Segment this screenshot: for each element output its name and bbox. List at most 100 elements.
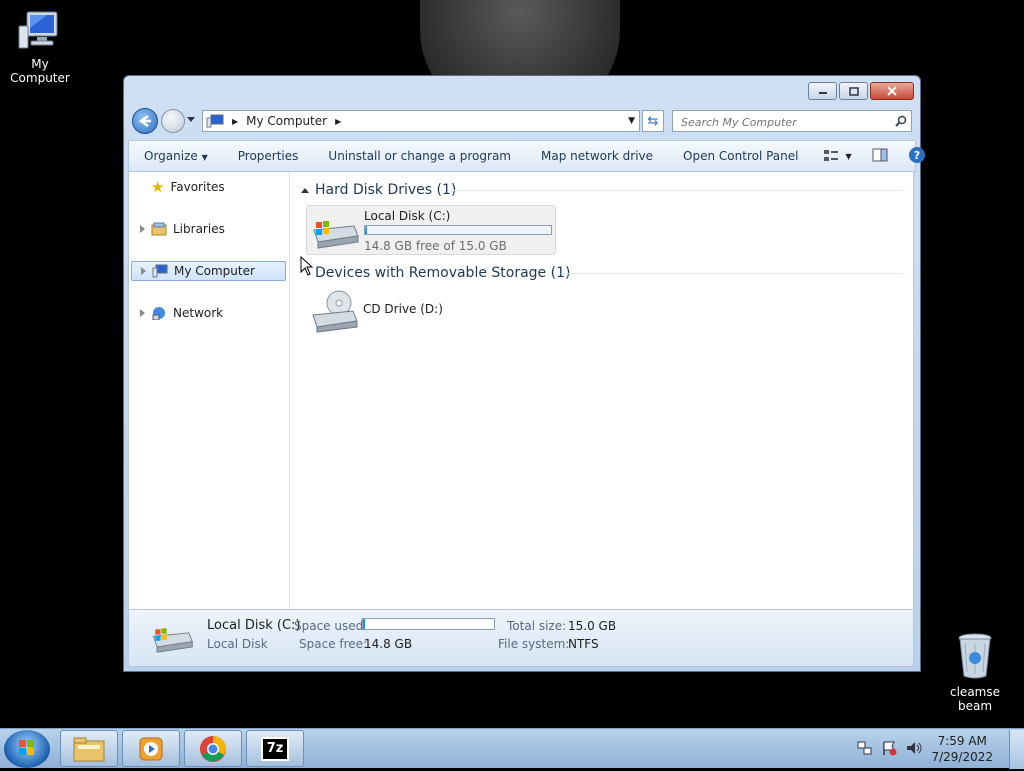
uninstall-program-button[interactable]: Uninstall or change a program [313, 149, 526, 163]
maximize-button[interactable] [839, 82, 868, 100]
details-pane: Local Disk (C:) Local Disk Space used: S… [128, 609, 914, 667]
desktop-icon-recycle-bin[interactable]: cleamse beam [935, 632, 1015, 713]
desktop-icon-label-line1: cleamse [950, 685, 1000, 699]
properties-button[interactable]: Properties [223, 149, 314, 163]
refresh-icon: ⇆ [647, 113, 659, 129]
organize-menu[interactable]: Organize ▼ [129, 149, 223, 163]
address-dropdown-icon[interactable]: ▼ [628, 116, 635, 126]
minimize-button[interactable] [808, 82, 837, 100]
nav-item-favorites[interactable]: ★ Favorites [131, 177, 286, 197]
view-options-icon [824, 150, 839, 161]
recent-pages-dropdown[interactable] [187, 117, 195, 122]
recycle-bin-icon [935, 632, 1015, 683]
breadcrumb-separator-icon[interactable]: ▶ [232, 117, 238, 126]
group-header-removable-storage[interactable]: Devices with Removable Storage (1) [301, 265, 570, 281]
clock-date: 7/29/2022 [931, 750, 993, 764]
chevron-down-icon: ▼ [201, 153, 208, 162]
drive-name: CD Drive (D:) [363, 302, 443, 316]
taskbar-media-player-button[interactable] [122, 730, 180, 767]
taskbar-explorer-button[interactable] [60, 730, 118, 767]
collapse-arrow-icon[interactable] [301, 187, 309, 193]
drive-usage-bar [364, 225, 552, 235]
space-used-fill [363, 619, 365, 629]
maximize-icon [848, 86, 859, 96]
breadcrumb-chevron-icon[interactable]: ▶ [335, 117, 341, 126]
drive-local-disk-c[interactable]: Local Disk (C:) 14.8 GB free of 15.0 GB [306, 205, 556, 255]
7zip-label: 7z [266, 741, 284, 756]
windows-explorer-icon [73, 737, 105, 761]
hard-drive-icon [152, 628, 193, 653]
command-bar: Organize ▼ Properties Uninstall or chang… [128, 140, 925, 172]
show-desktop-button[interactable] [1009, 729, 1024, 769]
computer-small-icon [152, 264, 168, 278]
help-button[interactable]: ? [898, 146, 936, 167]
drive-usage-fill [365, 226, 368, 234]
group-header-hard-disk-drives[interactable]: Hard Disk Drives (1) [301, 182, 456, 198]
breadcrumb-my-computer[interactable]: My Computer [246, 114, 327, 128]
desktop-icon-my-computer[interactable]: My Computer [0, 10, 80, 85]
network-tray-icon[interactable] [857, 740, 873, 759]
volume-icon[interactable] [905, 740, 923, 759]
organize-label: Organize [144, 149, 198, 163]
preview-pane-icon [872, 148, 888, 161]
back-arrow-icon [138, 114, 151, 128]
forward-button[interactable] [161, 109, 185, 133]
map-network-drive-button[interactable]: Map network drive [526, 149, 668, 163]
nav-label-my-computer: My Computer [174, 264, 255, 278]
view-dropdown-icon: ▼ [845, 151, 852, 161]
drive-name: Local Disk (C:) [364, 209, 451, 223]
taskbar-7zip-button[interactable]: 7z [246, 730, 304, 767]
expand-arrow-icon[interactable] [141, 267, 146, 275]
space-free-value: 14.8 GB [364, 637, 413, 651]
expand-arrow-icon[interactable] [140, 225, 145, 233]
space-used-bar [362, 618, 495, 630]
navigation-pane: ★ Favorites Libraries My Computer Networ… [129, 172, 290, 614]
nav-item-network[interactable]: Network [131, 303, 286, 323]
file-system-value: NTFS [568, 637, 599, 651]
search-input[interactable] [679, 112, 883, 132]
open-control-panel-button[interactable]: Open Control Panel [668, 149, 813, 163]
change-view-button[interactable]: ▼ [813, 149, 861, 163]
expand-arrow-icon[interactable] [140, 309, 145, 317]
nav-item-my-computer[interactable]: My Computer [131, 261, 286, 281]
drive-free-text: 14.8 GB free of 15.0 GB [364, 239, 507, 253]
search-icon [895, 115, 907, 127]
svg-text:?: ? [913, 149, 919, 162]
system-clock[interactable]: 7:59 AM 7/29/2022 [931, 733, 993, 765]
details-drive-type: Local Disk [207, 637, 268, 651]
file-system-label: File system: [498, 637, 570, 651]
address-bar[interactable]: ▶ My Computer ▶ ▼ [202, 110, 640, 132]
preview-pane-button[interactable] [862, 148, 898, 165]
back-button[interactable] [132, 108, 158, 134]
mouse-cursor-icon [300, 256, 314, 276]
taskbar-chrome-button[interactable] [184, 730, 242, 767]
caption-buttons [808, 82, 914, 100]
desktop-icon-label: My Computer [10, 57, 70, 85]
address-row: ▶ My Computer ▶ ▼ ⇆ [132, 108, 912, 134]
search-box[interactable] [672, 110, 912, 132]
refresh-button[interactable]: ⇆ [642, 110, 664, 132]
desktop-icon-label-line2: beam [957, 699, 993, 713]
star-icon: ★ [151, 178, 165, 196]
details-drive-name: Local Disk (C:) [207, 618, 301, 633]
content-area: ★ Favorites Libraries My Computer Networ… [128, 172, 914, 614]
clock-time: 7:59 AM [937, 734, 987, 748]
cd-drive-icon [312, 290, 358, 333]
nav-item-libraries[interactable]: Libraries [131, 219, 286, 239]
network-icon [152, 307, 165, 320]
media-player-icon [139, 737, 163, 760]
nav-label-favorites: Favorites [170, 180, 225, 194]
close-button[interactable] [870, 82, 914, 100]
help-icon: ? [908, 146, 925, 163]
total-size-value: 15.0 GB [568, 619, 617, 633]
hard-drive-icon [313, 221, 359, 249]
action-center-flag-icon[interactable] [881, 740, 897, 759]
space-free-label: Space free: [299, 637, 368, 651]
group-title: Hard Disk Drives (1) [315, 182, 457, 198]
close-icon [887, 86, 897, 96]
start-button[interactable] [4, 730, 50, 768]
drive-cd-d[interactable]: CD Drive (D:) [306, 287, 556, 337]
windows-logo-icon [19, 740, 34, 755]
nav-label-network: Network [173, 306, 224, 320]
nav-label-libraries: Libraries [173, 222, 225, 236]
